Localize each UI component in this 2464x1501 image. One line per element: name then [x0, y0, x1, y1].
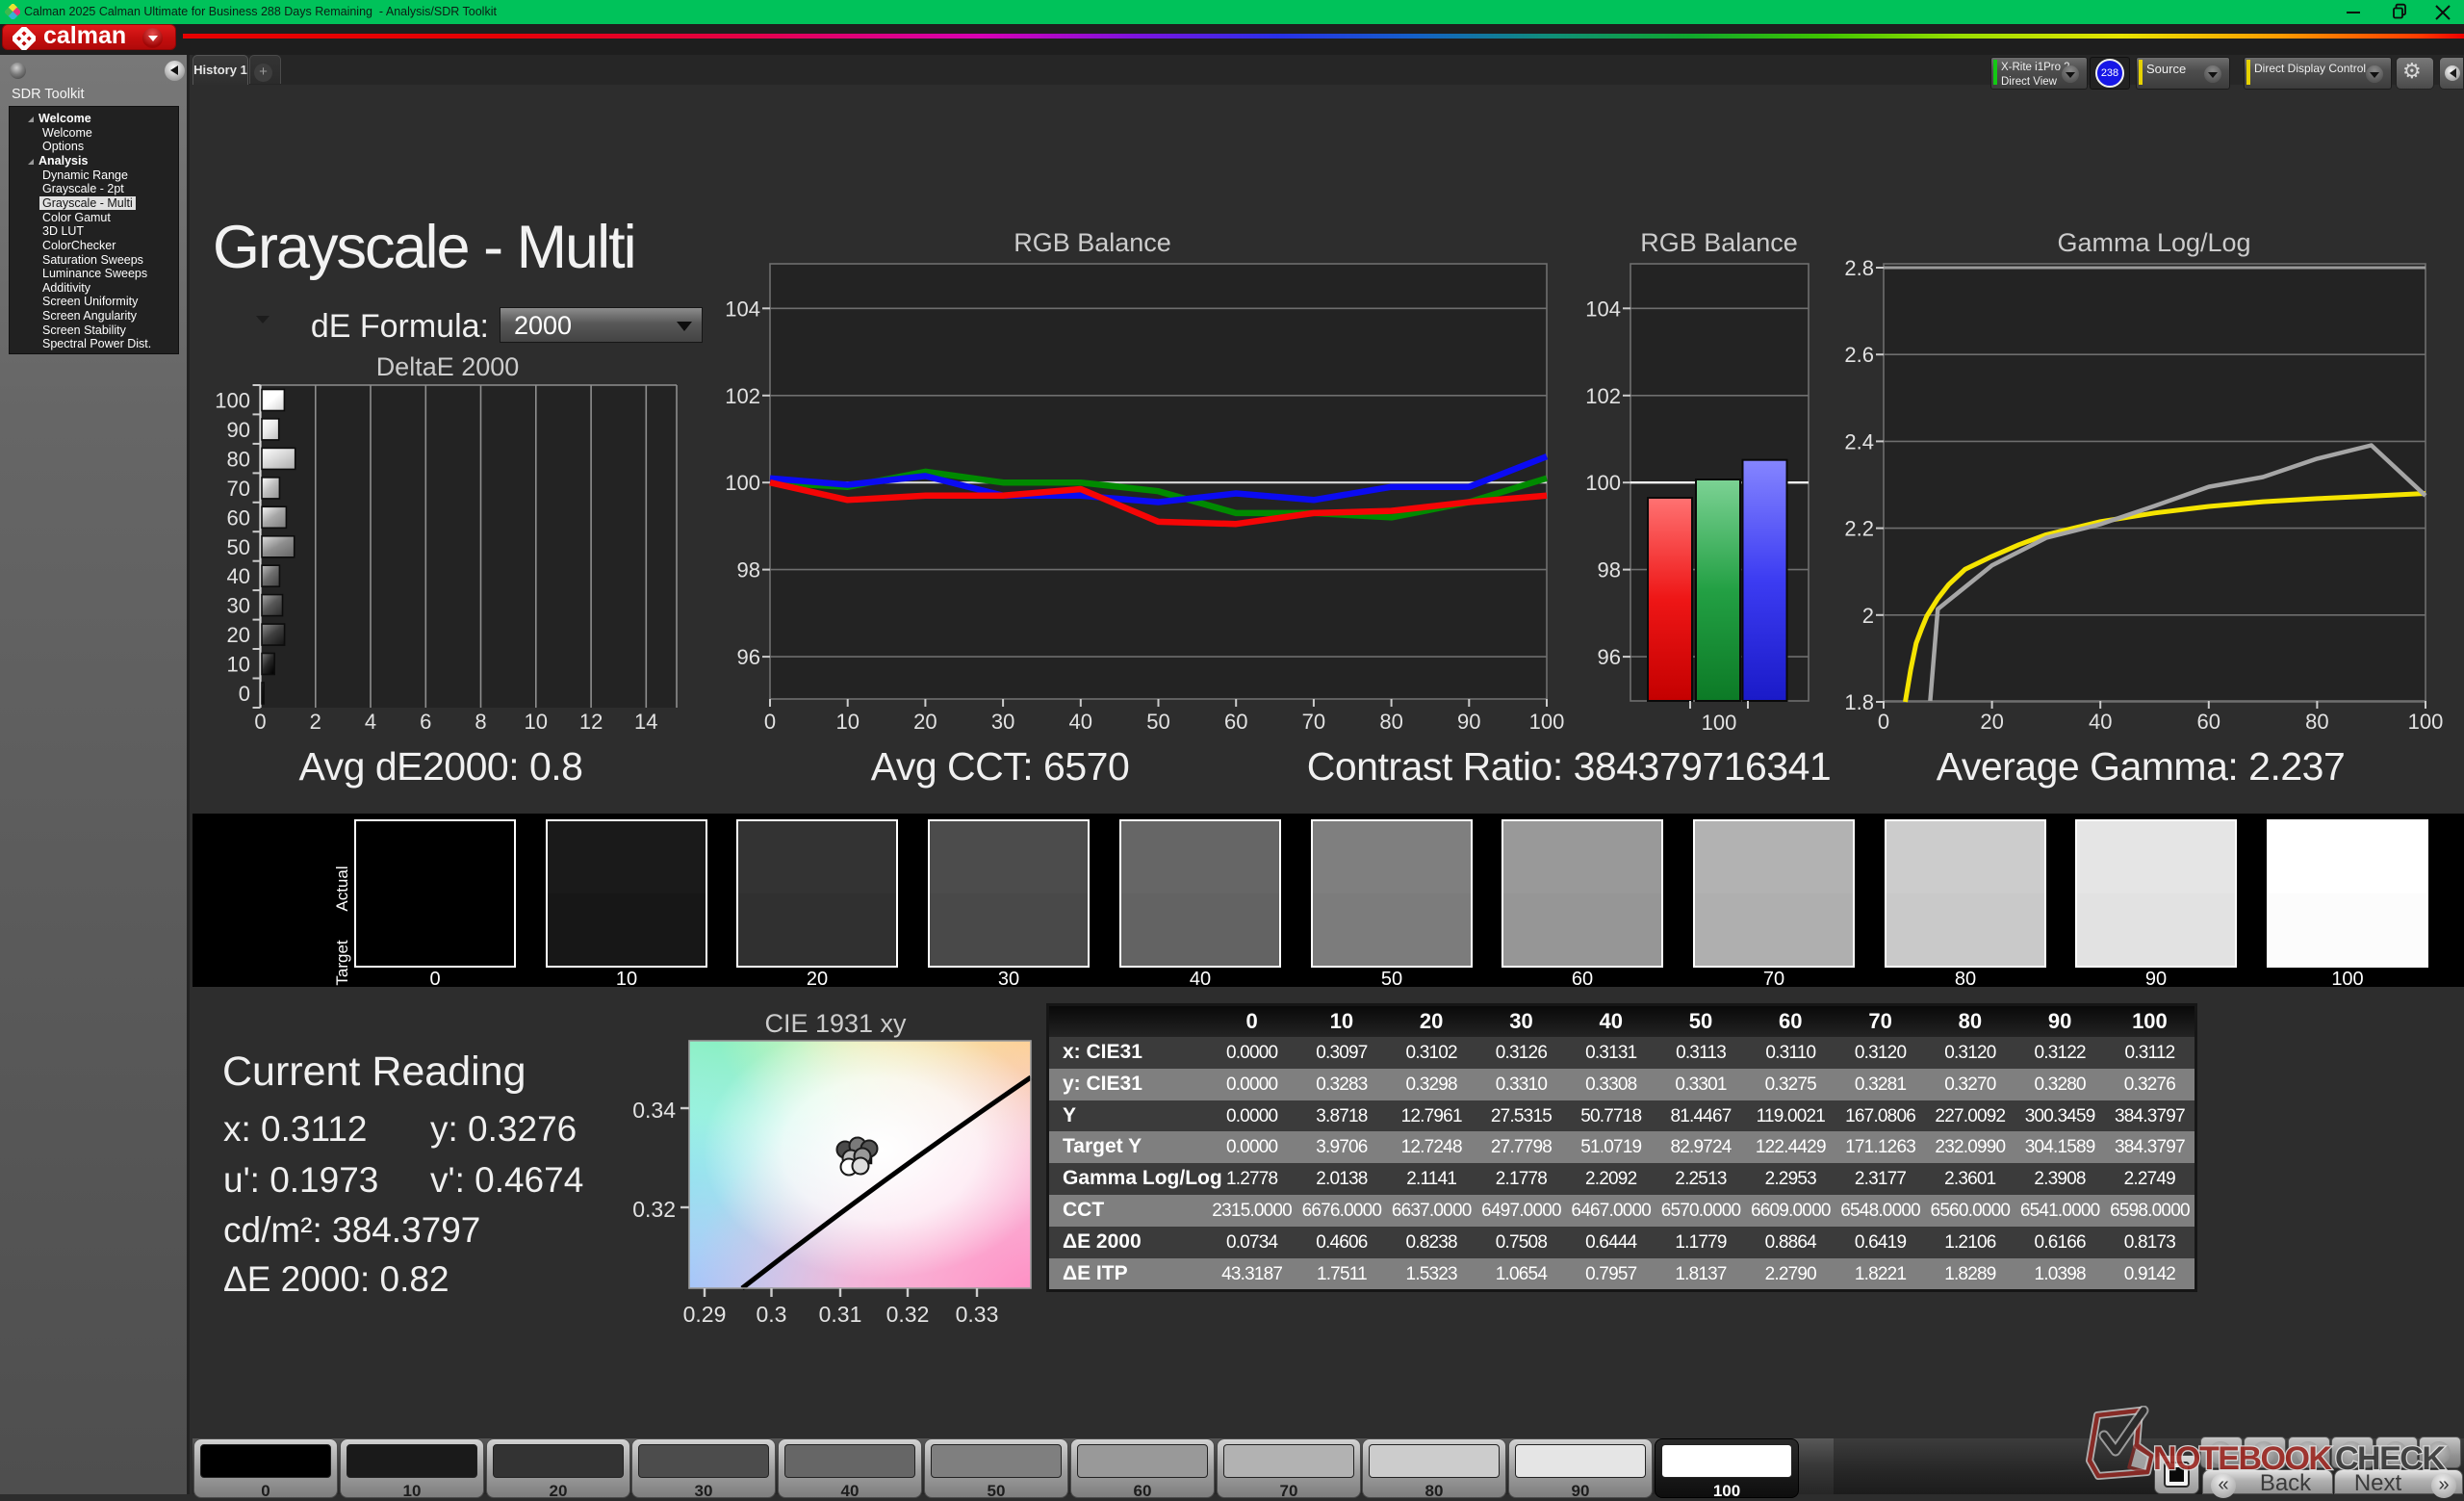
svg-text:20: 20	[227, 623, 250, 647]
svg-text:2.4: 2.4	[1844, 429, 1874, 453]
svg-text:0: 0	[254, 710, 266, 734]
svg-text:100: 100	[215, 389, 250, 413]
svg-text:2: 2	[1862, 604, 1874, 628]
svg-text:12: 12	[579, 710, 603, 734]
svg-text:0.3: 0.3	[757, 1302, 787, 1327]
svg-text:100: 100	[1702, 711, 1737, 735]
svg-text:96: 96	[1598, 645, 1621, 669]
svg-text:100: 100	[1529, 710, 1565, 734]
svg-text:96: 96	[737, 645, 760, 669]
svg-text:20: 20	[1980, 710, 2003, 734]
svg-text:RGB Balance: RGB Balance	[1640, 228, 1798, 257]
svg-text:100: 100	[1585, 471, 1621, 495]
svg-text:2.2: 2.2	[1844, 517, 1874, 541]
svg-text:60: 60	[1224, 710, 1247, 734]
svg-text:4: 4	[365, 710, 376, 734]
svg-text:40: 40	[1069, 710, 1092, 734]
svg-text:90: 90	[227, 418, 250, 442]
svg-text:CHECK: CHECK	[2335, 1440, 2446, 1477]
svg-text:CIE 1931 xy: CIE 1931 xy	[764, 1009, 907, 1038]
svg-text:30: 30	[227, 594, 250, 618]
svg-text:DeltaE 2000: DeltaE 2000	[376, 352, 520, 381]
svg-text:80: 80	[2305, 710, 2328, 734]
svg-text:Gamma Log/Log: Gamma Log/Log	[2057, 228, 2250, 257]
svg-text:98: 98	[737, 558, 760, 582]
svg-text:10: 10	[525, 710, 548, 734]
svg-text:0: 0	[764, 710, 776, 734]
svg-text:NOTEBOOK: NOTEBOOK	[2153, 1440, 2332, 1477]
svg-text:0.32: 0.32	[886, 1302, 930, 1327]
svg-text:98: 98	[1598, 558, 1621, 582]
svg-text:60: 60	[227, 505, 250, 530]
svg-text:60: 60	[2197, 710, 2220, 734]
svg-text:104: 104	[1585, 297, 1621, 321]
svg-text:20: 20	[913, 710, 937, 734]
svg-text:2.8: 2.8	[1844, 256, 1874, 280]
svg-text:30: 30	[991, 710, 1014, 734]
svg-text:RGB Balance: RGB Balance	[1014, 228, 1171, 257]
svg-text:2: 2	[310, 710, 321, 734]
svg-text:80: 80	[1379, 710, 1402, 734]
svg-text:2.6: 2.6	[1844, 343, 1874, 367]
svg-text:100: 100	[2408, 710, 2444, 734]
svg-text:8: 8	[475, 710, 486, 734]
svg-text:40: 40	[227, 564, 250, 588]
svg-text:0.34: 0.34	[632, 1098, 676, 1123]
svg-text:0.31: 0.31	[819, 1302, 862, 1327]
svg-text:0.32: 0.32	[632, 1197, 676, 1222]
svg-text:50: 50	[227, 535, 250, 559]
svg-text:100: 100	[725, 471, 760, 495]
svg-text:10: 10	[227, 653, 250, 677]
svg-text:50: 50	[1146, 710, 1169, 734]
svg-text:0: 0	[239, 682, 250, 706]
svg-text:10: 10	[835, 710, 859, 734]
svg-text:90: 90	[1457, 710, 1480, 734]
svg-text:14: 14	[634, 710, 657, 734]
svg-text:104: 104	[725, 297, 760, 321]
svg-text:102: 102	[725, 384, 760, 408]
svg-text:0: 0	[1878, 710, 1889, 734]
svg-text:102: 102	[1585, 384, 1621, 408]
svg-text:70: 70	[227, 477, 250, 501]
svg-text:70: 70	[1302, 710, 1325, 734]
svg-text:6: 6	[420, 710, 431, 734]
svg-text:0.29: 0.29	[683, 1302, 727, 1327]
svg-text:1.8: 1.8	[1844, 690, 1874, 714]
svg-text:40: 40	[2089, 710, 2112, 734]
svg-text:80: 80	[227, 447, 250, 471]
svg-text:0.33: 0.33	[956, 1302, 999, 1327]
